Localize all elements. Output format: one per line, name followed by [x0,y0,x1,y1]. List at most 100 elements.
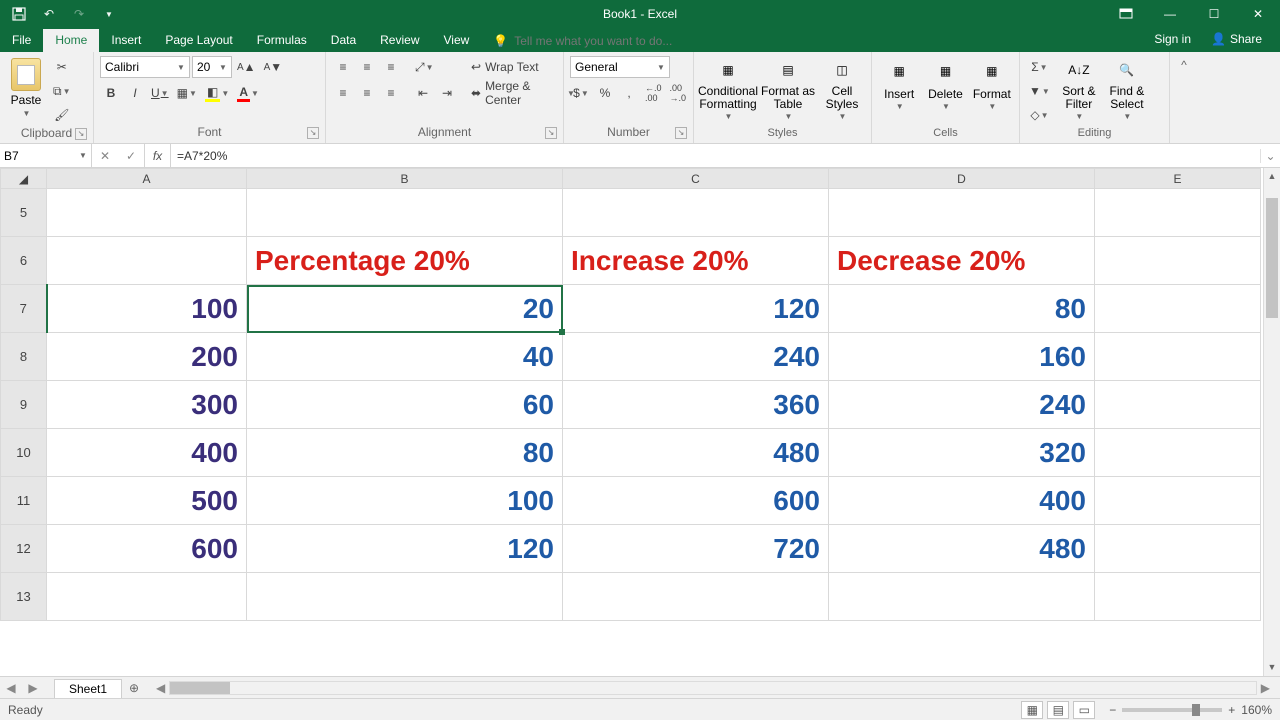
share-button[interactable]: 👤Share [1201,28,1272,50]
format-as-table-button[interactable]: ▤Format as Table▼ [760,56,816,122]
cell[interactable]: 200 [47,333,247,381]
collapse-ribbon-button[interactable]: ^ [1170,52,1198,143]
cancel-formula-button[interactable]: ✕ [92,149,118,163]
scroll-down-button[interactable]: ▼ [1264,659,1280,676]
minimize-button[interactable]: — [1148,0,1192,28]
align-top-button[interactable]: ≡ [332,56,354,78]
cell[interactable]: 600 [47,525,247,573]
row-header-12[interactable]: 12 [1,525,47,573]
tab-file[interactable]: File [0,29,43,52]
insert-function-button[interactable]: fx [145,144,171,167]
close-button[interactable]: ✕ [1236,0,1280,28]
cell[interactable] [1095,189,1261,237]
sort-filter-button[interactable]: A↓ZSort & Filter▼ [1057,56,1101,122]
column-header-c[interactable]: C [563,169,829,189]
cell[interactable]: 100 [47,285,247,333]
tab-review[interactable]: Review [368,29,431,52]
sheet-nav-first[interactable]: ◀ [0,681,22,695]
column-header-e[interactable]: E [1095,169,1261,189]
align-bottom-button[interactable]: ≡ [380,56,402,78]
cell[interactable] [1095,381,1261,429]
copy-button[interactable]: ⧉▼ [50,80,74,102]
tab-view[interactable]: View [432,29,482,52]
cell[interactable] [247,573,563,621]
name-box[interactable]: B7▼ [0,144,92,167]
cell[interactable]: 60 [247,381,563,429]
column-header-a[interactable]: A [47,169,247,189]
zoom-slider[interactable] [1122,708,1222,712]
cell-selected[interactable]: 20 [247,285,563,333]
cell[interactable]: 300 [47,381,247,429]
cell[interactable]: 480 [563,429,829,477]
row-header-9[interactable]: 9 [1,381,47,429]
scroll-left-button[interactable]: ◀ [152,681,169,695]
save-button[interactable] [6,3,32,25]
zoom-out-button[interactable]: − [1109,703,1116,717]
font-color-button[interactable]: A▼ [234,82,262,104]
merge-center-button[interactable]: ⬌Merge & Center▼ [468,82,578,104]
clear-button[interactable]: ◇▼ [1026,104,1053,126]
align-left-button[interactable]: ≡ [332,82,354,104]
qat-customize-button[interactable]: ▼ [96,3,122,25]
cell[interactable]: 160 [829,333,1095,381]
format-cells-button[interactable]: ▦Format▼ [971,56,1013,122]
border-button[interactable]: ▦▼ [174,82,200,104]
row-header-8[interactable]: 8 [1,333,47,381]
scroll-thumb[interactable] [1266,198,1278,318]
conditional-formatting-button[interactable]: ▦Conditional Formatting▼ [700,56,756,122]
cell[interactable]: 500 [47,477,247,525]
undo-button[interactable]: ↶ [36,3,62,25]
cell[interactable] [829,189,1095,237]
orientation-button[interactable]: ⤢▼ [412,56,437,78]
cell[interactable] [1095,333,1261,381]
zoom-level[interactable]: 160% [1241,703,1272,717]
cell[interactable]: 40 [247,333,563,381]
horizontal-scrollbar[interactable]: ◀ ▶ [152,681,1274,695]
expand-formula-bar-button[interactable]: ⌄ [1260,149,1280,163]
cell[interactable] [1095,573,1261,621]
select-all-button[interactable]: ◢ [1,169,47,189]
underline-button[interactable]: U▼ [148,82,172,104]
number-launcher[interactable]: ↘ [675,127,687,139]
page-layout-view-button[interactable]: ▤ [1047,701,1069,719]
align-right-button[interactable]: ≡ [380,82,402,104]
cell[interactable] [47,573,247,621]
cell[interactable] [1095,285,1261,333]
row-header-13[interactable]: 13 [1,573,47,621]
comma-button[interactable]: , [618,82,640,104]
cell[interactable] [47,189,247,237]
cell[interactable] [47,237,247,285]
bold-button[interactable]: B [100,82,122,104]
cell[interactable] [1095,525,1261,573]
cell[interactable]: Increase 20% [563,237,829,285]
decrease-indent-button[interactable]: ⇤ [412,82,434,104]
cell[interactable]: 100 [247,477,563,525]
formula-input[interactable]: =A7*20% [171,149,1260,163]
cell[interactable]: 400 [829,477,1095,525]
tab-insert[interactable]: Insert [99,29,153,52]
increase-font-button[interactable]: A▲ [234,56,259,78]
find-select-button[interactable]: 🔍Find & Select▼ [1105,56,1149,122]
fill-button[interactable]: ▼▼ [1026,80,1053,102]
cell[interactable] [563,189,829,237]
insert-cells-button[interactable]: ▦Insert▼ [878,56,920,122]
cell[interactable] [829,573,1095,621]
vertical-scrollbar[interactable]: ▲ ▼ [1263,168,1280,676]
row-header-6[interactable]: 6 [1,237,47,285]
cell[interactable]: 360 [563,381,829,429]
enter-formula-button[interactable]: ✓ [118,149,144,163]
align-center-button[interactable]: ≡ [356,82,378,104]
cell[interactable]: 80 [247,429,563,477]
redo-button[interactable]: ↷ [66,3,92,25]
delete-cells-button[interactable]: ▦Delete▼ [924,56,966,122]
increase-decimal-button[interactable]: ←.0.00 [642,82,665,104]
cell[interactable]: 720 [563,525,829,573]
decrease-font-button[interactable]: A▼ [261,56,286,78]
page-break-view-button[interactable]: ▭ [1073,701,1095,719]
alignment-launcher[interactable]: ↘ [545,127,557,139]
tell-me[interactable]: 💡 [493,34,1144,52]
worksheet-grid[interactable]: ◢ A B C D E 5 6 Percentage 20% Increase … [0,168,1280,676]
cell[interactable] [1095,477,1261,525]
currency-button[interactable]: $▼ [570,82,592,104]
cell[interactable]: Decrease 20% [829,237,1095,285]
